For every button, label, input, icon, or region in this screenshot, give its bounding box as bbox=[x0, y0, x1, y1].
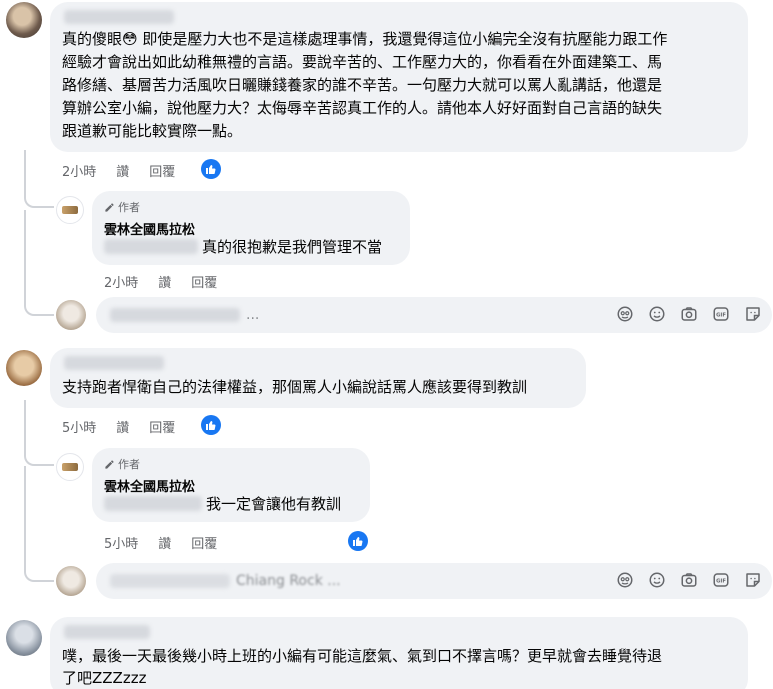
page-avatar[interactable] bbox=[56, 196, 84, 224]
like-button[interactable]: 讚 bbox=[116, 161, 129, 180]
comment-line: 噗，最後一天最後幾小時上班的小編有可能這麼氣、氣到口不擇言嗎？更早就會去睡覺待退 bbox=[62, 647, 663, 665]
comment-line: 了吧ZZZzzz bbox=[62, 669, 147, 687]
commenter-avatar[interactable] bbox=[6, 2, 42, 38]
reply-actions: 2小時 讚 回覆 bbox=[104, 272, 217, 291]
svg-text:GIF: GIF bbox=[716, 313, 726, 319]
comment-actions: 2小時 讚 回覆 bbox=[62, 161, 175, 180]
svg-text:GIF: GIF bbox=[716, 579, 726, 585]
reply-button[interactable]: 回覆 bbox=[149, 417, 175, 436]
mention-blurred bbox=[110, 308, 240, 322]
reply-input[interactable]: ... GIF bbox=[96, 297, 772, 333]
reply-input-placeholder: Chiang Rock ... bbox=[236, 573, 341, 589]
gif-icon[interactable]: GIF bbox=[712, 305, 730, 323]
user-avatar[interactable] bbox=[56, 300, 86, 330]
reply-input-placeholder: ... bbox=[246, 307, 260, 323]
sticker-icon[interactable] bbox=[744, 305, 762, 323]
avatar-sticker-icon[interactable] bbox=[616, 571, 634, 589]
mentioned-name-blurred[interactable] bbox=[104, 496, 202, 511]
commenter-name-blurred[interactable] bbox=[64, 625, 150, 639]
commenter-avatar[interactable] bbox=[6, 350, 42, 386]
comment-time[interactable]: 2小時 bbox=[62, 161, 96, 180]
user-avatar[interactable] bbox=[56, 566, 86, 596]
reply-button[interactable]: 回覆 bbox=[149, 161, 175, 180]
comment-line: 算辦公室小編，說他壓力大？太侮辱辛苦認真工作的人。請他本人好好面對自己言語的缺失 bbox=[62, 99, 663, 117]
reply-input-tools: GIF bbox=[616, 571, 762, 589]
commenter-name-blurred[interactable] bbox=[64, 356, 164, 370]
like-button[interactable]: 讚 bbox=[158, 272, 171, 291]
author-badge: 作者 bbox=[104, 456, 140, 472]
page-avatar[interactable] bbox=[56, 453, 84, 481]
thread-connector bbox=[24, 150, 54, 208]
like-icon[interactable] bbox=[201, 159, 221, 179]
commenter-avatar[interactable] bbox=[6, 620, 42, 656]
like-icon[interactable] bbox=[201, 415, 221, 435]
reply-time[interactable]: 2小時 bbox=[104, 272, 138, 291]
thread-connector bbox=[24, 400, 54, 466]
like-icon[interactable] bbox=[348, 531, 368, 551]
pencil-icon bbox=[105, 459, 114, 469]
sticker-icon[interactable] bbox=[744, 571, 762, 589]
thread-connector bbox=[24, 210, 54, 316]
comment-line: 跟道歉可能比較實際一點。 bbox=[62, 122, 243, 140]
pencil-icon bbox=[105, 202, 114, 212]
gif-icon[interactable]: GIF bbox=[712, 571, 730, 589]
comment-line: 支持跑者悍衛自己的法律權益，那個罵人小編說話罵人應該要得到教訓 bbox=[62, 378, 528, 396]
reply-text-line: 我一定會讓他有教訓 bbox=[104, 493, 341, 516]
comment-actions: 5小時 讚 回覆 bbox=[62, 417, 175, 436]
comment-line: 路修繕、基層苦力活風吹日曬賺錢養家的誰不辛苦。一句壓力大就可以罵人亂講話，他還是 bbox=[62, 76, 663, 94]
commenter-name-blurred[interactable] bbox=[64, 10, 174, 24]
reply-input[interactable]: Chiang Rock ... GIF bbox=[96, 563, 772, 599]
reply-actions: 5小時 讚 回覆 bbox=[104, 533, 217, 552]
camera-icon[interactable] bbox=[680, 305, 698, 323]
avatar-sticker-icon[interactable] bbox=[616, 305, 634, 323]
mention-blurred bbox=[110, 574, 230, 588]
emoji-icon[interactable] bbox=[648, 571, 666, 589]
emoji-icon[interactable] bbox=[648, 305, 666, 323]
thread-connector bbox=[24, 466, 54, 582]
like-button[interactable]: 讚 bbox=[158, 533, 171, 552]
reply-button[interactable]: 回覆 bbox=[191, 272, 217, 291]
reply-text-line: 真的很抱歉是我們管理不當 bbox=[104, 236, 382, 259]
reply-time[interactable]: 5小時 bbox=[104, 533, 138, 552]
reply-input-tools: GIF bbox=[616, 305, 762, 323]
comment-time[interactable]: 5小時 bbox=[62, 417, 96, 436]
camera-icon[interactable] bbox=[680, 571, 698, 589]
comment-line: 經驗才會說出如此幼稚無禮的言語。要說辛苦的、工作壓力大的，你看看在外面建築工、馬 bbox=[62, 53, 663, 71]
like-button[interactable]: 讚 bbox=[116, 417, 129, 436]
reply-button[interactable]: 回覆 bbox=[191, 533, 217, 552]
comment-line: 真的傻眼😳 即使是壓力大也不是這樣處理事情，我還覺得這位小編完全沒有抗壓能力跟工… bbox=[62, 30, 668, 48]
mentioned-name-blurred[interactable] bbox=[104, 239, 198, 254]
author-badge: 作者 bbox=[104, 199, 140, 215]
